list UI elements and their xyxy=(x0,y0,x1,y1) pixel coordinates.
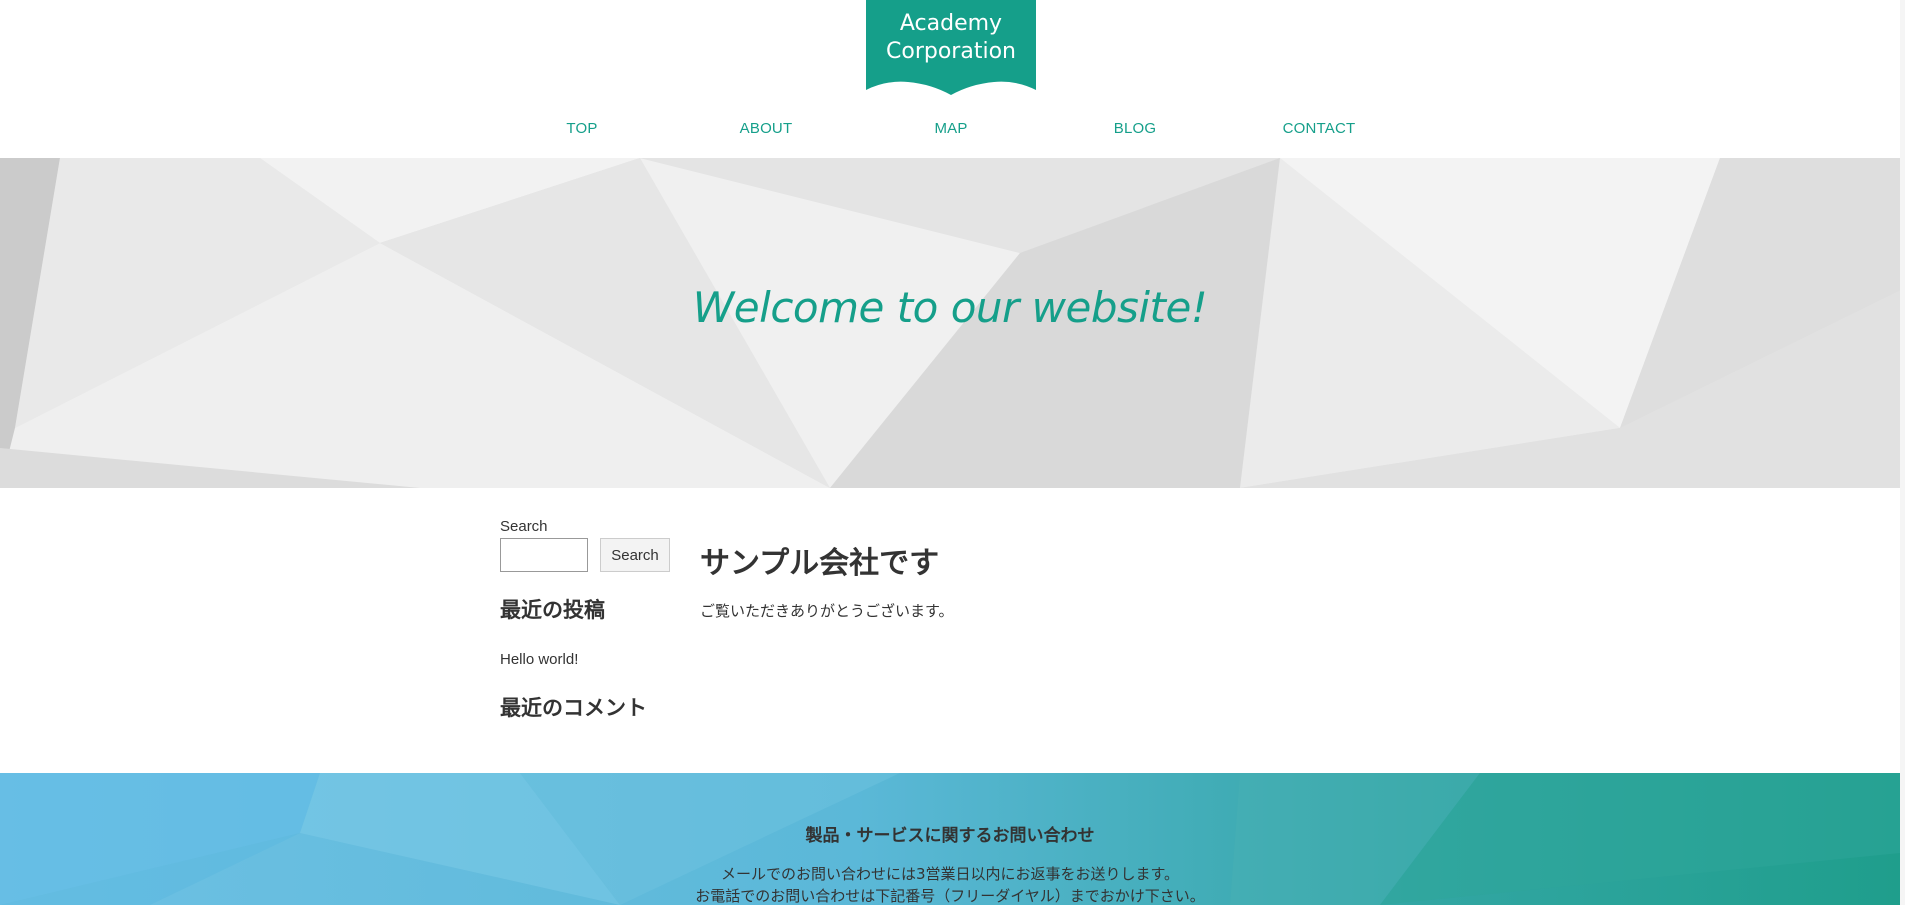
search-form: Search xyxy=(500,538,690,574)
hero-banner: Welcome to our website! xyxy=(0,158,1905,488)
nav-item-blog[interactable]: BLOG xyxy=(1114,120,1156,137)
window-right-edge xyxy=(1900,0,1905,905)
site-header: Academy Corporation TOP ABOUT MAP BLOG C… xyxy=(0,0,1905,158)
contact-footer: 製品・サービスに関するお問い合わせ メールでのお問い合わせには3営業日以内にお返… xyxy=(0,773,1900,905)
nav-item-map[interactable]: MAP xyxy=(934,120,967,137)
site-logo[interactable]: Academy Corporation xyxy=(866,0,1036,97)
page-text: ご覧いただきありがとうございます。 xyxy=(700,602,954,620)
content-area: Search Search 最近の投稿 Hello world! 最近のコメント… xyxy=(0,488,1905,773)
logo-text: Academy Corporation xyxy=(886,11,1016,64)
nav-item-contact[interactable]: CONTACT xyxy=(1283,120,1356,137)
main-article: サンプル会社です ご覧いただきありがとうございます。 xyxy=(700,538,1400,621)
sidebar: Search Search 最近の投稿 Hello world! 最近のコメント xyxy=(500,518,690,722)
nav-item-about[interactable]: ABOUT xyxy=(740,120,793,137)
main-nav: TOP ABOUT MAP BLOG CONTACT xyxy=(0,120,1905,144)
search-input[interactable] xyxy=(500,538,588,572)
recent-posts-heading: 最近の投稿 xyxy=(500,598,605,622)
footer-title: 製品・サービスに関するお問い合わせ xyxy=(805,826,1095,846)
footer-email-note: メールでのお問い合わせには3営業日以内にお返事をお送りします。 xyxy=(720,865,1180,883)
search-label: Search xyxy=(500,518,548,535)
recent-post-link[interactable]: Hello world! xyxy=(500,651,690,668)
page: Academy Corporation TOP ABOUT MAP BLOG C… xyxy=(0,0,1905,905)
search-button[interactable]: Search xyxy=(600,538,670,572)
footer-phone-note: お電話でのお問い合わせは下記番号（フリーダイヤル）までおかけ下さい。 xyxy=(695,887,1205,905)
hero-title: Welcome to our website! xyxy=(692,283,1208,332)
page-title: サンプル会社です xyxy=(700,546,940,581)
recent-comments-heading: 最近のコメント xyxy=(500,696,647,720)
nav-item-top[interactable]: TOP xyxy=(566,120,597,137)
